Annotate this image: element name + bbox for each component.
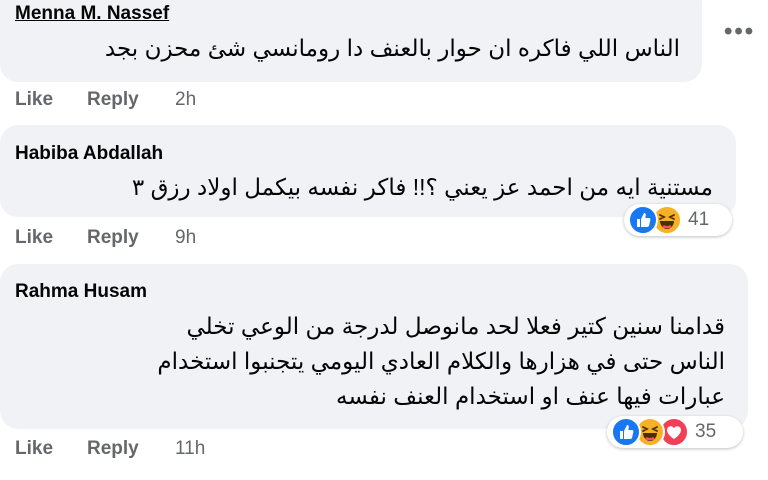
comment-author[interactable]: Rahma Husam [15, 281, 147, 303]
comment-author[interactable]: Menna M. Nassef [15, 3, 169, 25]
like-icon [611, 417, 641, 447]
comment-author[interactable]: Habiba Abdallah [15, 143, 163, 165]
comment-timestamp[interactable]: 2h [175, 89, 196, 111]
more-options-icon[interactable]: ••• [724, 20, 755, 44]
like-button[interactable]: Like [15, 89, 53, 111]
comment-timestamp[interactable]: 9h [175, 227, 196, 249]
comment-timestamp[interactable]: 11h [175, 438, 205, 460]
comment-text: الناس اللي فاكره ان حوار بالعنف دا رومان… [104, 35, 680, 61]
reaction-summary[interactable]: 35 [607, 416, 743, 448]
reaction-summary[interactable]: 41 [624, 204, 732, 236]
reaction-count: 35 [695, 421, 717, 442]
comment-text-line: الناس حتى في هزارها والكلام العادي اليوم… [157, 348, 725, 374]
like-button[interactable]: Like [15, 227, 53, 249]
comment-text-line: قدامنا سنين كتير فعلا لحد مانوصل لدرجة م… [186, 313, 726, 339]
like-button[interactable]: Like [15, 438, 53, 460]
like-icon [628, 205, 658, 235]
reply-button[interactable]: Reply [87, 89, 139, 111]
reaction-count: 41 [688, 209, 710, 230]
comment-text-line: عبارات فيها عنف او استخدام العنف نفسه [336, 383, 725, 409]
reply-button[interactable]: Reply [87, 438, 139, 460]
reply-button[interactable]: Reply [87, 227, 139, 249]
comment-text: مستنية ايه من احمد عز يعني ؟!! فاكر نفسه… [131, 174, 713, 200]
